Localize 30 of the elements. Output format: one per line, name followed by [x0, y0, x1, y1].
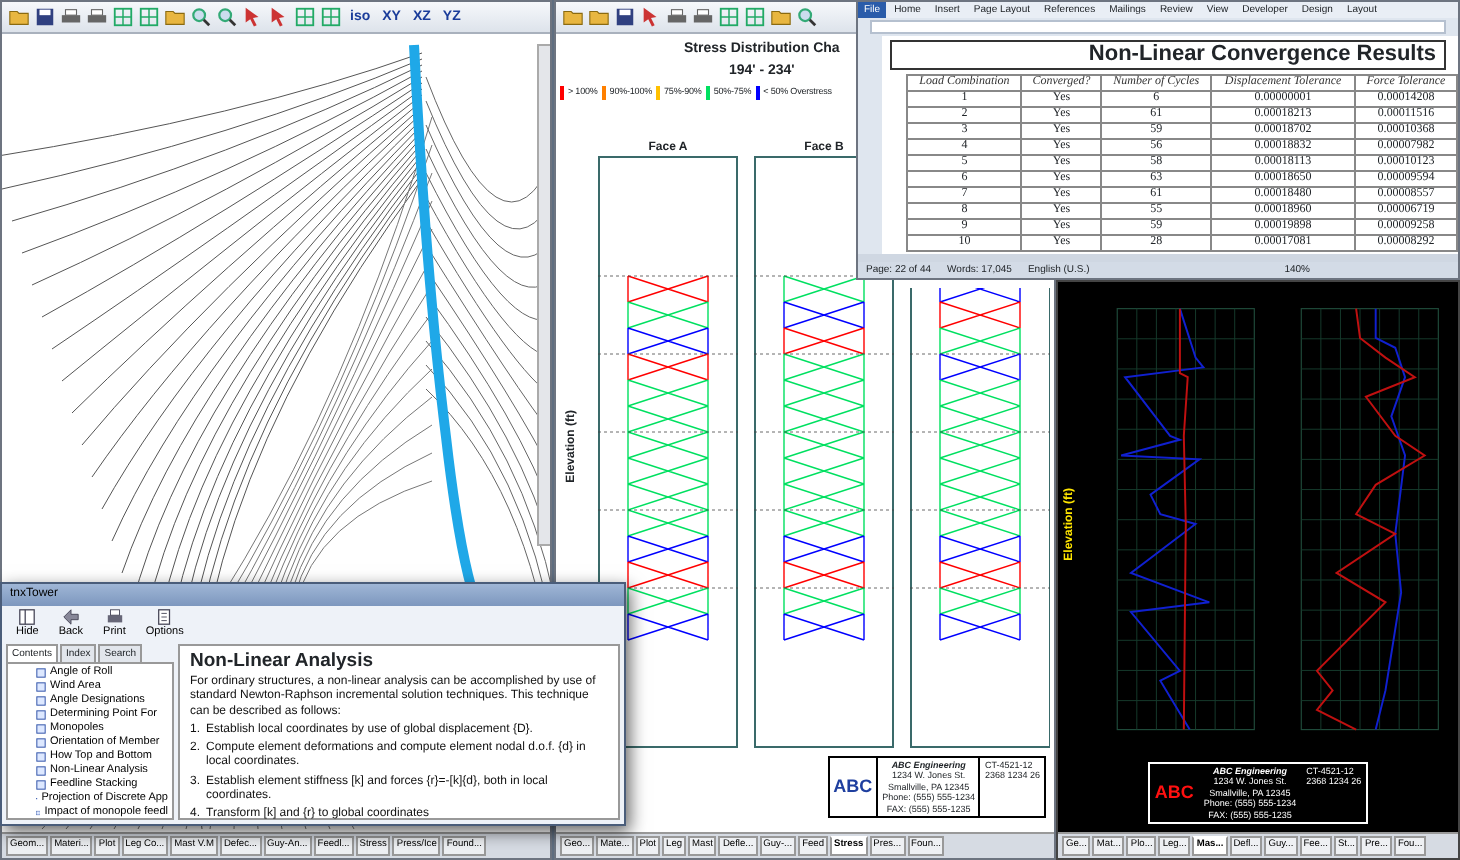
magnifier-icon[interactable] [216, 6, 238, 28]
magnifier-icon[interactable] [190, 6, 212, 28]
grid-icon[interactable] [744, 6, 766, 28]
document-heading: Non-Linear Convergence Results [890, 40, 1446, 70]
printer-icon[interactable] [86, 6, 108, 28]
cursor-icon[interactable] [242, 6, 264, 28]
printer-icon[interactable] [666, 6, 688, 28]
document-icon [155, 608, 174, 626]
company-logo: ABC [1154, 787, 1194, 798]
back-arrow-icon [61, 608, 80, 626]
folder-icon[interactable] [164, 6, 186, 28]
printer-icon[interactable] [692, 6, 714, 28]
grid-icon[interactable] [718, 6, 740, 28]
panel-icon [18, 608, 37, 626]
help-heading: Non-Linear Analysis [190, 650, 376, 672]
printer-icon [105, 608, 124, 626]
folder-icon[interactable] [770, 6, 792, 28]
folder-icon[interactable] [562, 6, 584, 28]
grid-icon[interactable] [320, 6, 342, 28]
grid-icon[interactable] [294, 6, 316, 28]
printer-icon[interactable] [60, 6, 82, 28]
grid-icon[interactable] [112, 6, 134, 28]
company-logo: ABC [833, 781, 873, 792]
folder-icon[interactable] [588, 6, 610, 28]
cursor-icon[interactable] [268, 6, 290, 28]
grid-icon[interactable] [138, 6, 160, 28]
magnifier-icon[interactable] [796, 6, 818, 28]
cursor-icon[interactable] [640, 6, 662, 28]
folder-icon[interactable] [8, 6, 30, 28]
scrollbar[interactable] [537, 44, 550, 546]
